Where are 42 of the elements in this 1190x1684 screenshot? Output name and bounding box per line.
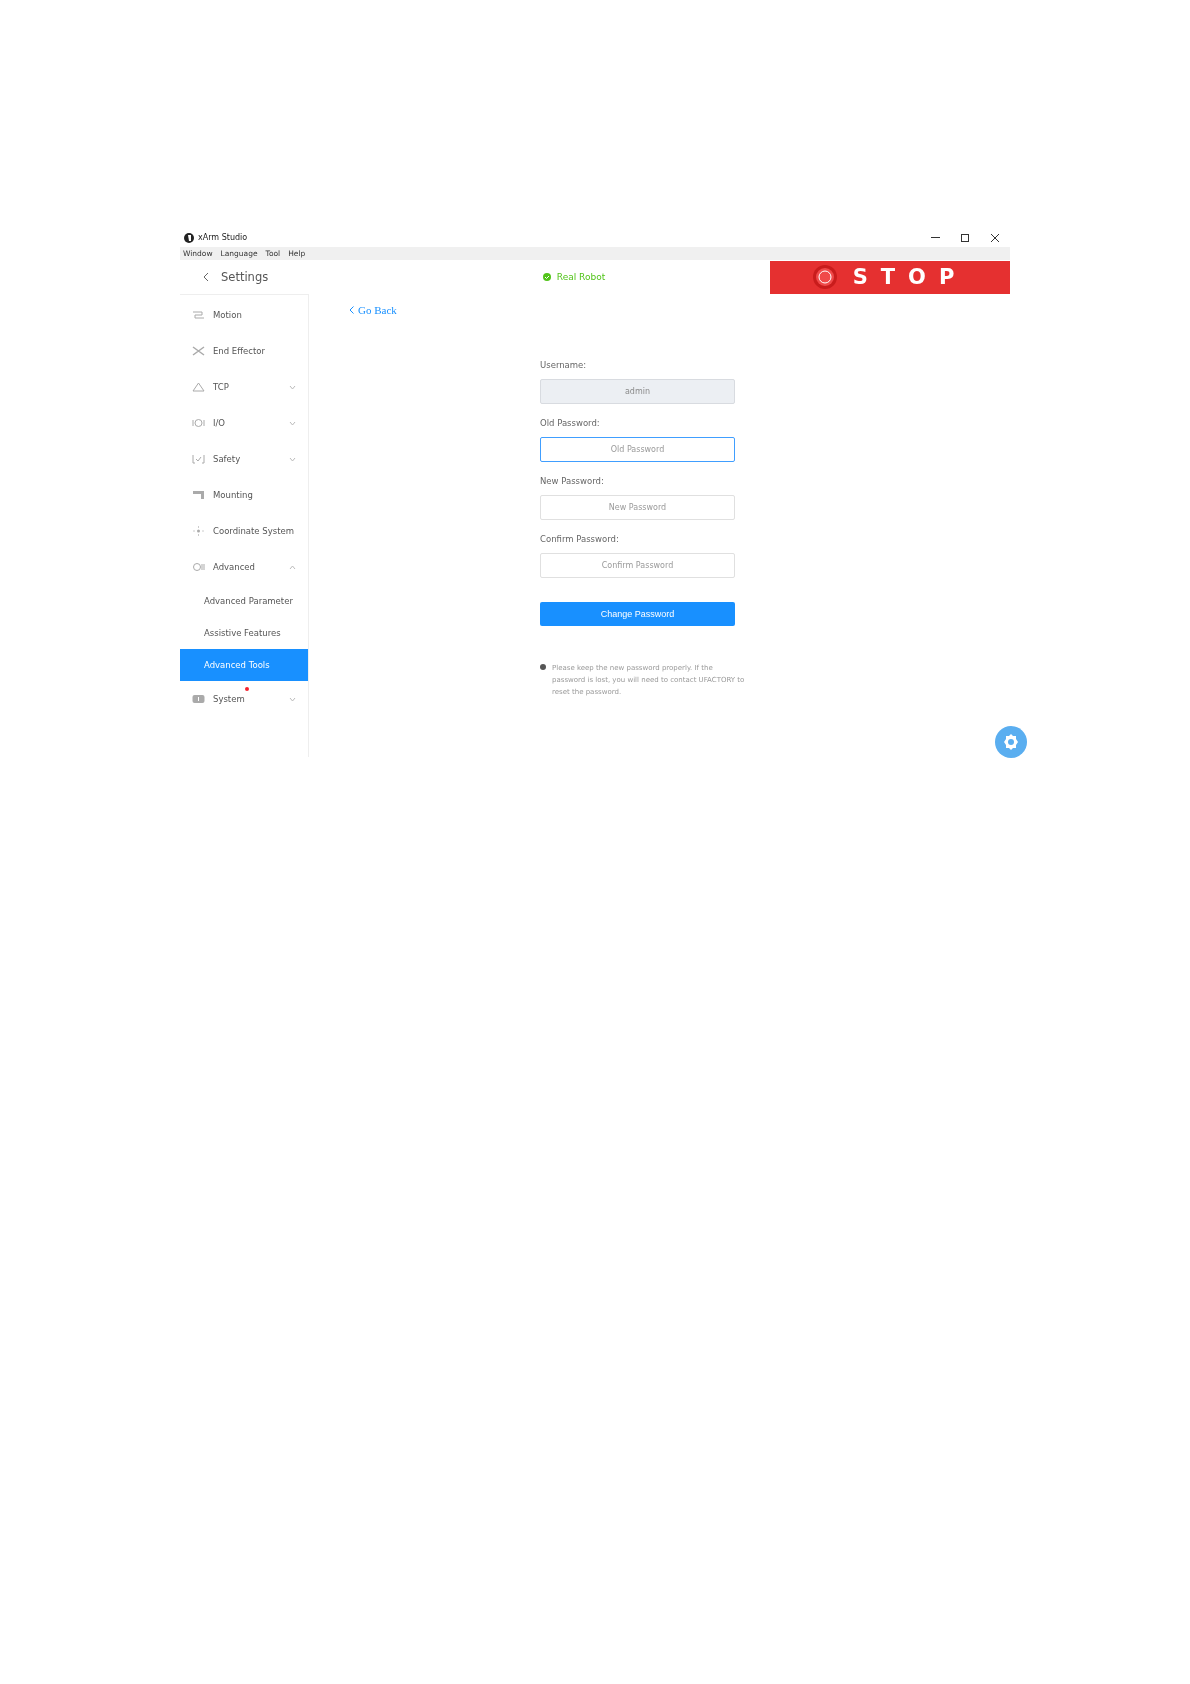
gear-icon: [1002, 733, 1020, 751]
sidebar-item[interactable]: Safety: [180, 441, 308, 477]
input-field[interactable]: Old Password: [540, 437, 735, 462]
settings-button[interactable]: [995, 726, 1027, 758]
field-label: New Password:: [540, 476, 605, 486]
bullet-icon: [540, 664, 546, 670]
sidebar-item[interactable]: TCP: [180, 369, 308, 405]
shield-check-icon: [192, 454, 205, 464]
page-title: Settings: [221, 270, 269, 284]
sidebar-item[interactable]: System: [180, 681, 308, 717]
cross-icon: [192, 346, 205, 356]
field-label: Confirm Password:: [540, 534, 620, 544]
sidebar-item[interactable]: Assistive Features: [180, 617, 308, 649]
sidebar-item[interactable]: Mounting: [180, 477, 308, 513]
field-label: Username:: [540, 360, 588, 370]
chevron-down-icon[interactable]: [289, 384, 296, 390]
crosshair-icon: [192, 526, 205, 536]
sidebar-item[interactable]: Advanced Parameter: [180, 585, 308, 617]
sidebar-item[interactable]: Motion: [180, 297, 308, 333]
ring-icon: [192, 418, 205, 428]
sidebar-item[interactable]: Coordinate System: [180, 513, 308, 549]
chevron-down-icon[interactable]: [289, 456, 296, 462]
sidebar-item[interactable]: Advanced: [180, 549, 308, 585]
chevron-down-icon[interactable]: [289, 696, 296, 702]
chevron-left-icon: [349, 306, 354, 314]
chevron-up-icon[interactable]: [289, 564, 296, 570]
sidebar-item[interactable]: I/O: [180, 405, 308, 441]
connection-status: Real Robot: [556, 272, 606, 282]
chevron-down-icon[interactable]: [289, 420, 296, 426]
stop-button[interactable]: STOP: [770, 260, 1010, 294]
sidebar-item[interactable]: End Effector: [180, 333, 308, 369]
path-icon: [192, 310, 205, 320]
info-icon: [192, 694, 205, 704]
close-icon: [991, 233, 999, 242]
app-logo-icon: [184, 232, 194, 243]
window-title: xArm Studio: [198, 233, 248, 242]
check-circle-icon: [542, 273, 551, 281]
stop-circle-icon: [812, 265, 837, 289]
maximize-icon: [961, 233, 969, 242]
triangle-icon: [192, 382, 205, 392]
field-label: Old Password:: [540, 418, 601, 428]
bracket-icon: [192, 490, 205, 500]
